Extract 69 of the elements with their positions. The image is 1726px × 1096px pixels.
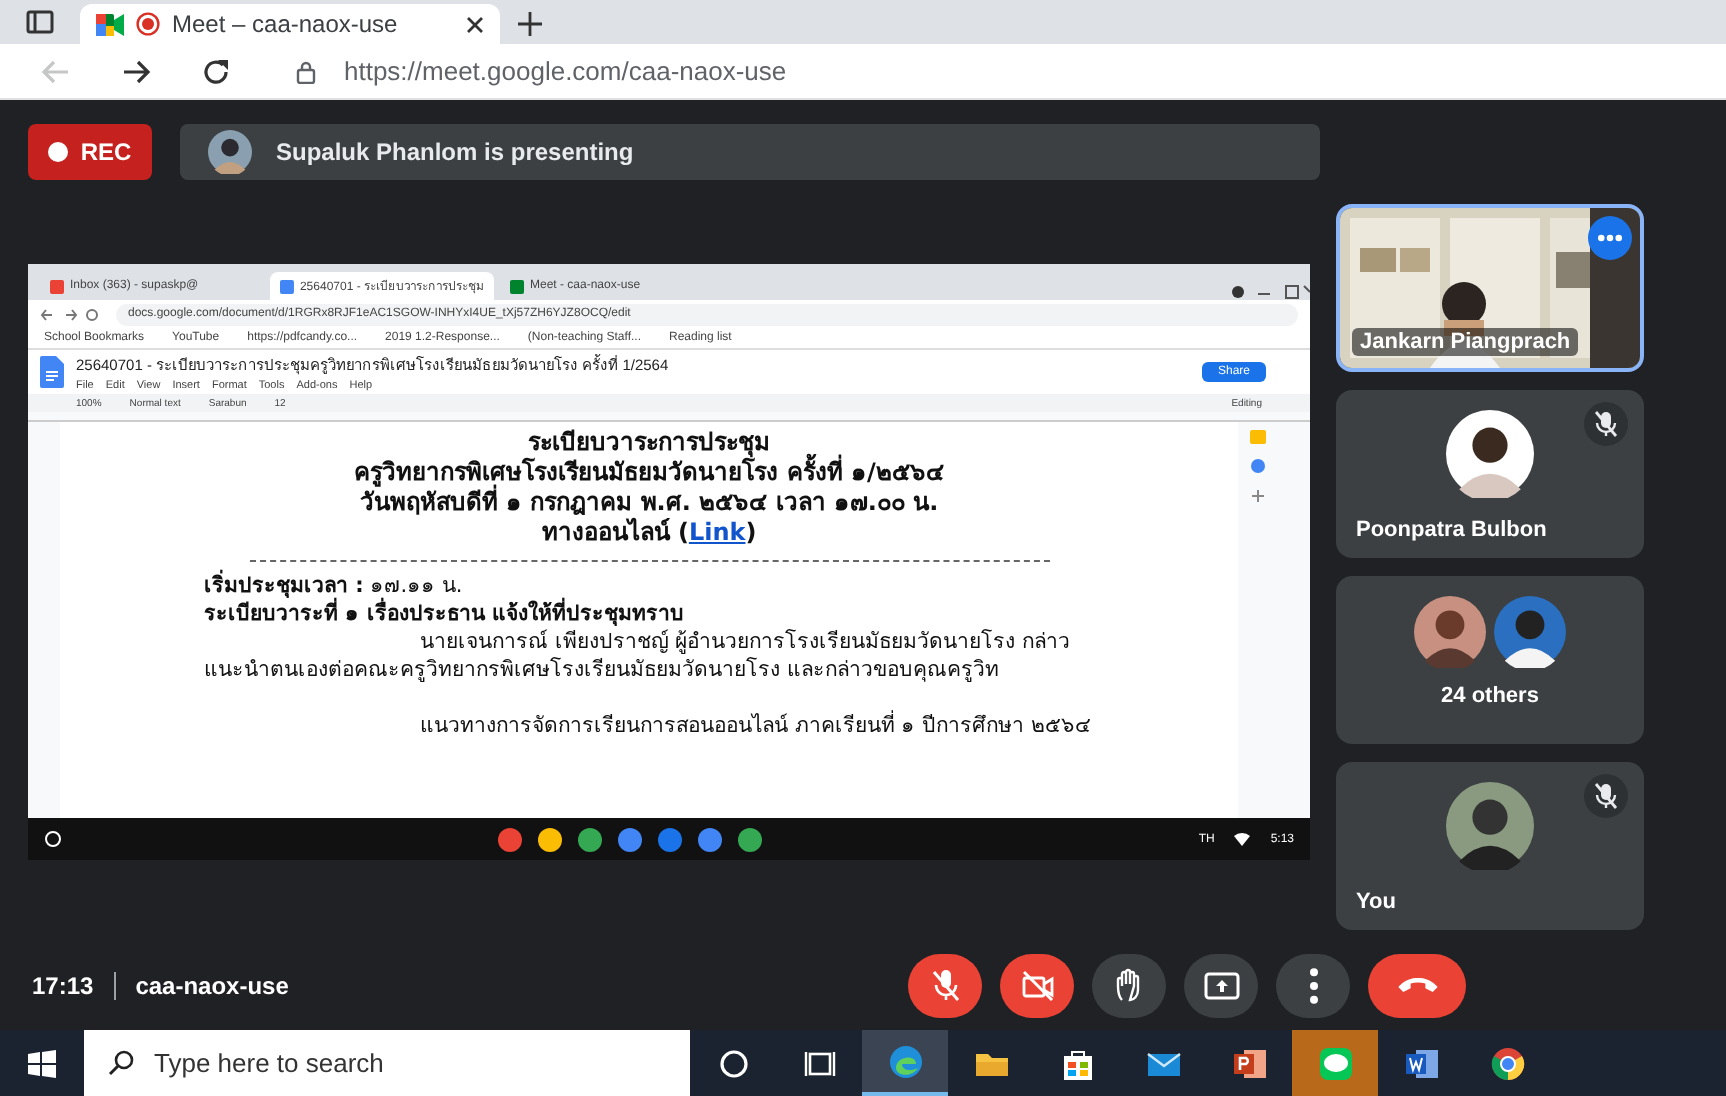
link[interactable]: Link bbox=[688, 518, 746, 546]
participant-name: You bbox=[1356, 890, 1396, 914]
heading-line: วันพฤหัสบดีที่ ๑ กรกฎาคม พ.ศ. ๒๕๖๔ เวลา ๑๗.๐๐ น. bbox=[359, 488, 941, 518]
avatar-icon bbox=[1494, 596, 1566, 668]
shelf-app-icon[interactable] bbox=[498, 827, 523, 851]
shelf-app-icon[interactable] bbox=[738, 827, 763, 851]
heading-line: ทางออนไลน์ (Link) bbox=[541, 518, 757, 548]
presentation-app-icon bbox=[1231, 1045, 1267, 1081]
reload-icon[interactable] bbox=[200, 55, 232, 87]
record-dot-icon bbox=[48, 142, 69, 162]
record-button[interactable]: REC bbox=[28, 124, 152, 180]
more-icon bbox=[1309, 967, 1317, 1003]
meet-logo-icon bbox=[96, 13, 124, 35]
window-controls-icon bbox=[1230, 284, 1310, 300]
shelf-app-icon[interactable] bbox=[578, 827, 603, 851]
document-line: เริ่มประชุมเวลา : ๑๗.๑๑ น. bbox=[60, 572, 1238, 600]
heading-line: ครูวิทยากรพิเศษโรงเรียนมัธยมวัดนายโรง ครั้งที่ ๑/๒๕๖๔ bbox=[60, 458, 1238, 488]
camera-off-icon bbox=[1019, 967, 1055, 1003]
forward-icon[interactable] bbox=[120, 55, 152, 87]
window-menu-icon bbox=[26, 10, 54, 34]
search-icon bbox=[108, 1050, 134, 1076]
document-icon bbox=[40, 356, 64, 388]
participant-name: 24 others bbox=[1441, 684, 1539, 708]
chat-app-icon bbox=[1317, 1045, 1353, 1081]
close-icon[interactable] bbox=[466, 15, 484, 33]
cortana-icon bbox=[715, 1045, 751, 1081]
new-tab-icon[interactable] bbox=[518, 12, 542, 36]
tab-title: Meet – caa-naox-use bbox=[172, 10, 400, 38]
microphone-button[interactable] bbox=[908, 953, 982, 1017]
participant-name: Jankarn Piangprach bbox=[1352, 328, 1579, 356]
store-icon bbox=[1059, 1045, 1095, 1081]
participant-name: Poonpatra Bulbon bbox=[1356, 518, 1547, 542]
meeting-code: caa-naox-use bbox=[135, 971, 289, 999]
windows-logo-icon[interactable] bbox=[28, 1049, 56, 1077]
edge-icon bbox=[887, 1043, 923, 1079]
camera-button[interactable] bbox=[1000, 953, 1074, 1017]
lock-icon bbox=[296, 59, 316, 83]
raise-hand-button[interactable] bbox=[1092, 953, 1166, 1017]
presenting-text: Supaluk Phanlom is presenting bbox=[276, 138, 634, 166]
avatar-icon bbox=[208, 130, 252, 174]
muted-mic-icon bbox=[927, 967, 963, 1003]
present-button[interactable] bbox=[1184, 953, 1258, 1017]
browser-tab[interactable]: Meet – caa-naox-use bbox=[80, 4, 500, 44]
avatar-icon bbox=[1446, 782, 1534, 870]
more-options-button[interactable] bbox=[1276, 953, 1350, 1017]
shelf-app-icon[interactable] bbox=[618, 827, 643, 851]
avatar-icon bbox=[1414, 596, 1486, 668]
navigation-icon bbox=[40, 307, 100, 321]
address-text[interactable]: https://meet.google.com/caa-naox-use bbox=[344, 56, 787, 86]
document-line: แนวทางการจัดการเรียนการสอนออนไลน์ ภาคเรียนที่ ๑ ปีการศึกษา ๒๕๖๔ bbox=[418, 708, 1093, 740]
shelf-app-icon[interactable] bbox=[698, 827, 723, 851]
more-icon bbox=[1598, 234, 1622, 242]
document-app-icon bbox=[1403, 1045, 1439, 1081]
meeting-time: 17:13 bbox=[32, 971, 94, 999]
wifi-icon bbox=[1234, 832, 1251, 846]
tab-favicon-icon bbox=[510, 279, 524, 293]
document-line: แนะนำตนเองต่อคณะครูวิทยากรพิเศษโรงเรียนมัธยมวัดนายโรง และกล่าวขอบคุณครูวิท bbox=[202, 656, 1001, 684]
shelf-app-icon[interactable] bbox=[538, 827, 563, 851]
heading-line: ระเบียบวาระการประชุม bbox=[528, 428, 770, 458]
leave-call-button[interactable] bbox=[1368, 953, 1466, 1017]
tab-favicon-icon bbox=[50, 279, 64, 293]
browser-app-icon bbox=[1489, 1045, 1525, 1081]
hang-up-icon bbox=[1397, 978, 1437, 992]
document-line: ระเบียบวาระที่ ๑ เรื่องประธาน แจ้งให้ที่ประชุมทราบ bbox=[60, 600, 1238, 628]
present-screen-icon bbox=[1203, 967, 1239, 1003]
launcher-icon[interactable] bbox=[44, 830, 62, 848]
document-line: นายเจนการณ์ เพียงปราชญ์ ผู้อำนวยการโรงเรียนมัธยมวัดนายโรง กล่าว bbox=[418, 628, 1073, 656]
avatar-icon bbox=[1446, 410, 1534, 498]
tab-favicon-icon bbox=[280, 279, 294, 293]
